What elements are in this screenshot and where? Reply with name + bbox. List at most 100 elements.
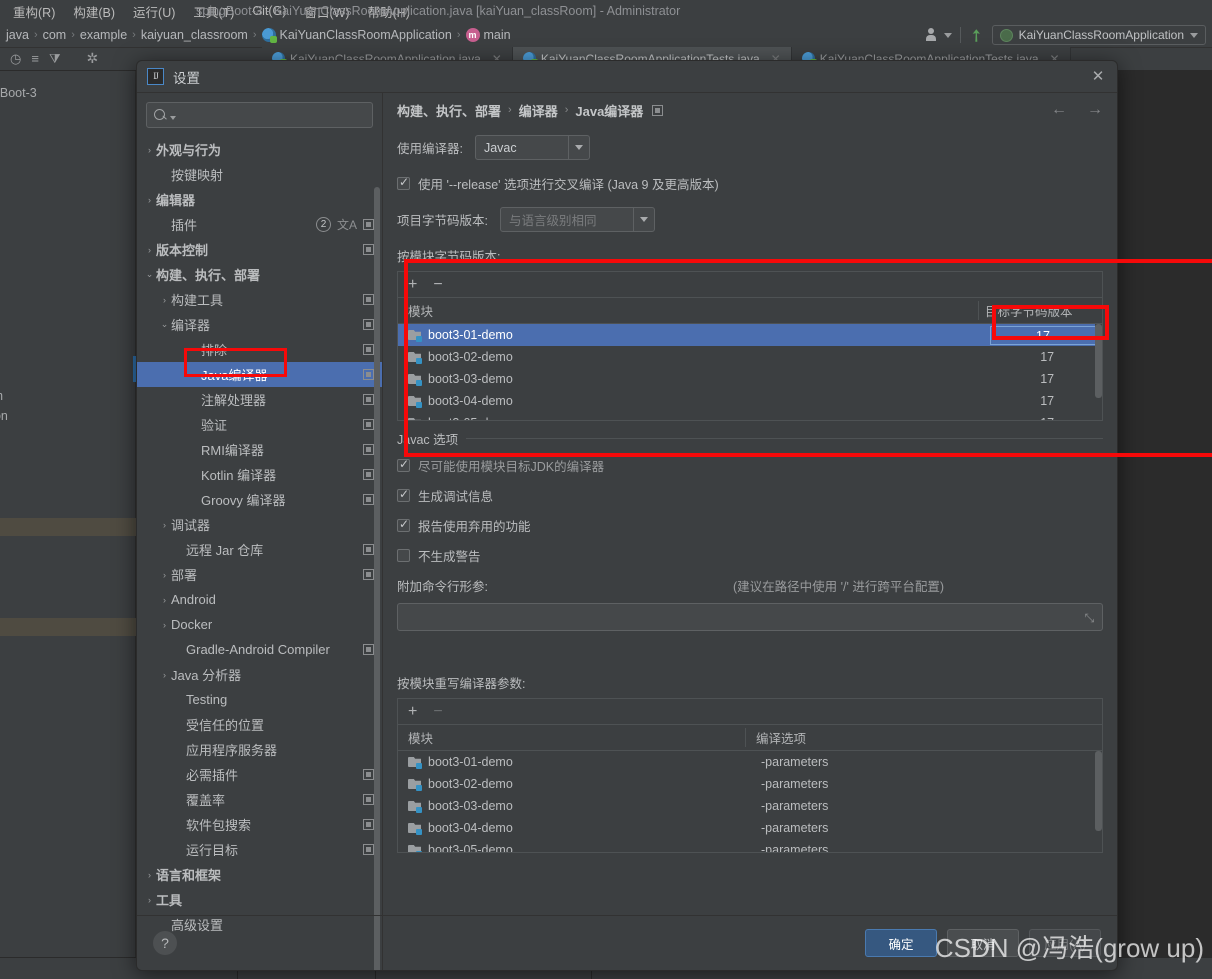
- expand-editor-icon[interactable]: ⤢: [1085, 611, 1095, 626]
- navbar-crumb-class[interactable]: KaiYuanClassRoomApplication: [261, 27, 452, 43]
- tree-scrollbar[interactable]: [374, 187, 380, 970]
- tree-item-28[interactable]: 运行目标: [137, 837, 382, 862]
- tree-item-16[interactable]: 远程 Jar 仓库: [137, 537, 382, 562]
- help-button[interactable]: ?: [153, 931, 177, 955]
- table-row[interactable]: boot3-02-demo -parameters: [398, 773, 1102, 795]
- extra-args-input[interactable]: ⤢: [397, 603, 1103, 631]
- tree-item-20[interactable]: Gradle-Android Compiler: [137, 637, 382, 662]
- tree-item-30[interactable]: › 工具: [137, 887, 382, 912]
- copy-settings-icon[interactable]: [363, 769, 374, 780]
- javac-option-row-1[interactable]: 生成调试信息: [397, 486, 1103, 505]
- table1-scrollbar-thumb[interactable]: [1095, 324, 1102, 398]
- table-cell-version[interactable]: 17: [992, 350, 1102, 364]
- javac-option-row-0[interactable]: 尽可能使用模块目标JDK的编译器: [397, 456, 1103, 475]
- tree-item-9[interactable]: Java编译器: [137, 362, 382, 387]
- tree-item-14[interactable]: Groovy 编译器: [137, 487, 382, 512]
- chevron-down-icon[interactable]: ⌄: [158, 319, 171, 330]
- chevron-right-icon[interactable]: ›: [158, 595, 171, 605]
- tree-item-3[interactable]: 插件 2 文A: [137, 212, 382, 237]
- javac-option-checkbox-1[interactable]: [397, 487, 410, 502]
- table-row[interactable]: boot3-02-demo 17: [398, 346, 1102, 368]
- tree-item-24[interactable]: 应用程序服务器: [137, 737, 382, 762]
- chevron-right-icon[interactable]: ›: [143, 195, 156, 205]
- release-checkbox[interactable]: [397, 175, 410, 190]
- tree-item-26[interactable]: 覆盖率: [137, 787, 382, 812]
- table-cell-options[interactable]: -parameters: [761, 799, 828, 813]
- table2-scrollbar[interactable]: [1095, 751, 1102, 852]
- add-module-button[interactable]: +: [408, 276, 417, 293]
- chevron-right-icon[interactable]: ›: [143, 870, 156, 880]
- javac-option-checkbox-2[interactable]: [397, 517, 410, 532]
- tree-item-7[interactable]: ⌄ 编译器: [137, 312, 382, 337]
- chevron-right-icon[interactable]: ›: [158, 295, 171, 305]
- navbar-crumb-package[interactable]: kaiyuan_classroom: [141, 28, 248, 42]
- copy-settings-icon[interactable]: [363, 219, 374, 230]
- table-cell-version[interactable]: 17: [992, 372, 1102, 386]
- vcs-update-icon[interactable]: ➚: [965, 23, 989, 47]
- copy-settings-icon[interactable]: [363, 469, 374, 480]
- tree-scroll-area[interactable]: › 外观与行为 按键映射 › 编辑器 插件 2 文A › 版本控制 ⌄ 构建、执行、部署 › 构建工具 ⌄ 编…: [137, 137, 382, 970]
- compiler-select[interactable]: Javac: [474, 135, 590, 160]
- copy-settings-icon[interactable]: [363, 369, 374, 380]
- ok-button[interactable]: 确定: [865, 929, 937, 957]
- navbar-crumb-com[interactable]: com: [43, 28, 67, 42]
- tree-item-12[interactable]: RMI编译器: [137, 437, 382, 462]
- copy-settings-icon[interactable]: [363, 819, 374, 830]
- table2-col-module[interactable]: 模块: [398, 728, 745, 747]
- chevron-right-icon[interactable]: ›: [158, 570, 171, 580]
- breadcrumb-item-2[interactable]: Java编译器: [575, 101, 643, 120]
- history-icon[interactable]: ◷: [10, 51, 21, 67]
- tree-item-5[interactable]: ⌄ 构建、执行、部署: [137, 262, 382, 287]
- copy-settings-icon[interactable]: [363, 244, 374, 255]
- copy-settings-icon[interactable]: [363, 419, 374, 430]
- tree-item-17[interactable]: › 部署: [137, 562, 382, 587]
- table-row[interactable]: boot3-03-demo 17: [398, 368, 1102, 390]
- tree-scrollbar-thumb[interactable]: [374, 187, 380, 970]
- tree-item-8[interactable]: 排除: [137, 337, 382, 362]
- tree-item-27[interactable]: 软件包搜索: [137, 812, 382, 837]
- tree-item-23[interactable]: 受信任的位置: [137, 712, 382, 737]
- navbar-crumb-example[interactable]: example: [80, 28, 127, 42]
- navbar-crumb-java[interactable]: java: [6, 28, 29, 42]
- javac-option-checkbox-3[interactable]: [397, 549, 410, 562]
- tree-item-13[interactable]: Kotlin 编译器: [137, 462, 382, 487]
- run-config-selector[interactable]: KaiYuanClassRoomApplication: [991, 25, 1206, 45]
- menu-refactor[interactable]: 重构(R): [4, 0, 64, 23]
- javac-option-row-2[interactable]: 报告使用弃用的功能: [397, 516, 1103, 535]
- tree-item-18[interactable]: › Android: [137, 587, 382, 612]
- table2-col-options[interactable]: 编译选项: [745, 728, 1102, 747]
- forward-arrow-icon[interactable]: →: [1087, 101, 1103, 119]
- tree-item-22[interactable]: Testing: [137, 687, 382, 712]
- navbar-crumb-method[interactable]: m main: [465, 27, 511, 42]
- breadcrumb-item-1[interactable]: 编译器: [519, 101, 558, 120]
- back-arrow-icon[interactable]: ←: [1051, 101, 1067, 119]
- tree-item-6[interactable]: › 构建工具: [137, 287, 382, 312]
- table-cell-options[interactable]: -parameters: [761, 755, 828, 769]
- table-cell-options[interactable]: -parameters: [761, 821, 828, 835]
- menu-run[interactable]: 运行(U): [124, 0, 184, 23]
- table-row[interactable]: boot3-01-demo -parameters: [398, 751, 1102, 773]
- breadcrumb-item-0[interactable]: 构建、执行、部署: [397, 101, 501, 120]
- copy-settings-icon[interactable]: [363, 319, 374, 330]
- copy-settings-icon[interactable]: [363, 394, 374, 405]
- table-cell-version[interactable]: 17: [992, 394, 1102, 408]
- table-cell-version[interactable]: 17: [992, 416, 1102, 420]
- tree-item-4[interactable]: › 版本控制: [137, 237, 382, 262]
- table1-col-module[interactable]: 模块: [398, 301, 978, 320]
- tree-item-1[interactable]: 按键映射: [137, 162, 382, 187]
- project-bytecode-select[interactable]: 与语言级别相同: [499, 207, 655, 232]
- tree-item-25[interactable]: 必需插件: [137, 762, 382, 787]
- table2-scrollbar-thumb[interactable]: [1095, 751, 1102, 831]
- tree-item-0[interactable]: › 外观与行为: [137, 137, 382, 162]
- settings-gear-icon[interactable]: ✲: [87, 50, 99, 67]
- table-cell-options[interactable]: -parameters: [761, 843, 828, 852]
- tree-item-29[interactable]: › 语言和框架: [137, 862, 382, 887]
- copy-settings-icon[interactable]: [363, 494, 374, 505]
- javac-option-checkbox-0[interactable]: [397, 457, 410, 472]
- table-row[interactable]: boot3-04-demo 17: [398, 390, 1102, 412]
- copy-settings-icon[interactable]: [363, 569, 374, 580]
- add-override-button[interactable]: +: [408, 703, 417, 720]
- remove-module-button[interactable]: −: [433, 276, 442, 293]
- copy-settings-icon[interactable]: [363, 344, 374, 355]
- menu-build[interactable]: 构建(B): [64, 0, 124, 23]
